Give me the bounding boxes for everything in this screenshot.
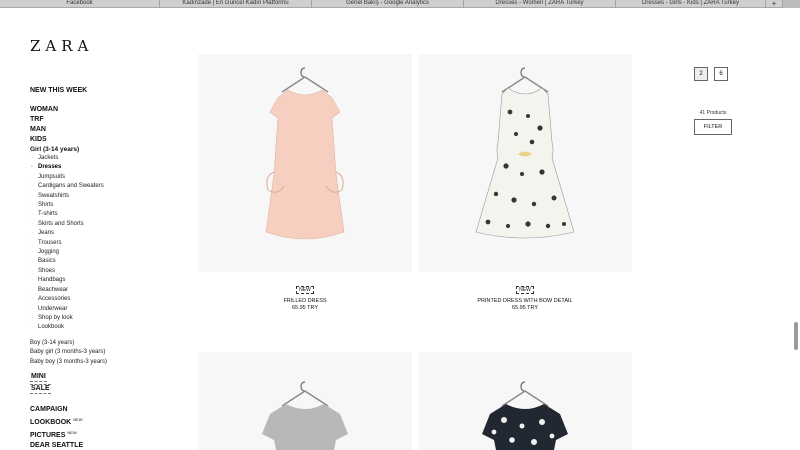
product-name[interactable]: FRILLED DRESS bbox=[198, 298, 412, 305]
nav-girl-section[interactable]: Girl (3-14 years) bbox=[30, 145, 180, 154]
nav-woman[interactable]: WOMAN bbox=[30, 105, 180, 115]
nav-new-this-week[interactable]: NEW THIS WEEK bbox=[30, 86, 180, 96]
browser-tab-bar: Facebook Kadınzade | En Güncel Kadın Pla… bbox=[0, 0, 800, 8]
dress-fill bbox=[482, 404, 568, 450]
nav-baby-girl[interactable]: Baby girl (3 months-3 years) bbox=[30, 348, 180, 358]
nav-sub-tshirts[interactable]: T-shirts bbox=[30, 210, 180, 220]
nav-sub-jogging[interactable]: Jogging bbox=[30, 248, 180, 258]
nav-sale-label: SALE bbox=[30, 383, 51, 394]
nav-lookbook[interactable]: LOOKBOOK NEW bbox=[30, 415, 180, 428]
nav-sub-basics[interactable]: Basics bbox=[30, 257, 180, 267]
browser-tab[interactable]: Facebook bbox=[0, 0, 160, 8]
view-6-columns-button[interactable]: 6 bbox=[714, 67, 728, 81]
nav-mini[interactable]: MINI bbox=[30, 372, 180, 383]
browser-tab-active[interactable]: Dresses - Girls - Kids | ZARA Turkey bbox=[616, 0, 766, 8]
nav-sub-underwear[interactable]: Underwear bbox=[30, 305, 180, 315]
nav-kids[interactable]: KIDS bbox=[30, 135, 180, 145]
view-2-columns-button[interactable]: 2 bbox=[694, 67, 708, 81]
dress-fill bbox=[262, 404, 348, 450]
nav-sub-shoes[interactable]: Shoes bbox=[30, 267, 180, 277]
nav-sub-shirts[interactable]: Shirts bbox=[30, 201, 180, 211]
product-image-printed-dress[interactable] bbox=[418, 54, 632, 272]
nav-trf[interactable]: TRF bbox=[30, 115, 180, 125]
nav-sub-jumpsuits[interactable]: Jumpsuits bbox=[30, 173, 180, 183]
dress-fill bbox=[475, 87, 575, 239]
product-image-grey-dress[interactable] bbox=[198, 352, 412, 450]
zara-logo[interactable]: ZARA bbox=[30, 37, 93, 55]
nav-man[interactable]: MAN bbox=[30, 125, 180, 135]
nav-sub-handbags[interactable]: Handbags bbox=[30, 276, 180, 286]
nav-sub-trousers[interactable]: Trousers bbox=[30, 239, 180, 249]
nav-pictures[interactable]: PICTURES NEW bbox=[30, 428, 180, 441]
dress-fill bbox=[265, 89, 345, 240]
tab-overview-button[interactable] bbox=[783, 0, 800, 8]
sidebar-nav: NEW THIS WEEK WOMAN TRF MAN KIDS Girl (3… bbox=[30, 86, 180, 450]
product-info: NEW FRILLED DRESS 65.95 TRY bbox=[198, 278, 412, 312]
product-image-floral-dress[interactable] bbox=[418, 352, 632, 450]
product-price: 65.95 TRY bbox=[291, 305, 319, 311]
dress-illustration bbox=[482, 381, 568, 450]
product-info: NEW PRINTED DRESS WITH BOW DETAIL 65.95 … bbox=[418, 278, 632, 312]
dress-illustration bbox=[475, 67, 575, 239]
browser-tab[interactable]: Genel Bakış - Google Analytics bbox=[312, 0, 464, 8]
nav-baby-boy[interactable]: Baby boy (3 months-3 years) bbox=[30, 358, 180, 368]
filter-button[interactable]: FILTER bbox=[694, 119, 732, 135]
product-price: 65.95 TRY bbox=[511, 305, 539, 311]
nav-sub-accessories[interactable]: Accessories bbox=[30, 295, 180, 305]
products-count: 41 Products bbox=[699, 110, 727, 116]
nav-sub-jackets[interactable]: Jackets bbox=[30, 154, 180, 164]
new-badge: NEW bbox=[73, 416, 83, 422]
grid-view-toggle: 2 6 bbox=[694, 67, 728, 81]
page-scrollbar[interactable] bbox=[794, 322, 798, 350]
nav-sub-shop-by-look[interactable]: Shop by look bbox=[30, 314, 180, 324]
nav-campaign[interactable]: CAMPAIGN bbox=[30, 405, 180, 415]
dress-illustration bbox=[265, 67, 345, 240]
nav-sale[interactable]: SALE bbox=[30, 383, 180, 395]
nav-pictures-label: PICTURES bbox=[30, 431, 66, 439]
nav-mini-label: MINI bbox=[30, 372, 47, 382]
nav-sub-sweatshirts[interactable]: Sweatshirts bbox=[30, 192, 180, 202]
nav-sub-jeans[interactable]: Jeans bbox=[30, 229, 180, 239]
product-image-frilled-dress[interactable] bbox=[198, 54, 412, 272]
nav-sub-cardigans[interactable]: Cardigans and Sweaters bbox=[30, 182, 180, 192]
nav-lookbook-label: LOOKBOOK bbox=[30, 418, 72, 426]
browser-tab[interactable]: Dresses - Women | ZARA Turkey bbox=[464, 0, 616, 8]
dress-illustration bbox=[262, 381, 348, 450]
new-badge: NEW bbox=[516, 286, 534, 294]
nav-dear-seattle[interactable]: DEAR SEATTLE bbox=[30, 441, 180, 450]
nav-sub-beachwear[interactable]: Beachwear bbox=[30, 286, 180, 296]
nav-sub-lookbook[interactable]: Lookbook bbox=[30, 323, 180, 333]
browser-tab[interactable]: Kadınzade | En Güncel Kadın Platformu bbox=[160, 0, 312, 8]
product-name[interactable]: PRINTED DRESS WITH BOW DETAIL bbox=[418, 298, 632, 305]
nav-boy[interactable]: Boy (3-14 years) bbox=[30, 339, 180, 349]
new-badge: NEW bbox=[296, 286, 314, 294]
nav-sub-dresses[interactable]: Dresses bbox=[30, 163, 180, 173]
new-badge: NEW bbox=[67, 429, 77, 435]
nav-sub-skirts-shorts[interactable]: Skirts and Shorts bbox=[30, 220, 180, 230]
new-tab-button[interactable]: + bbox=[766, 0, 783, 8]
